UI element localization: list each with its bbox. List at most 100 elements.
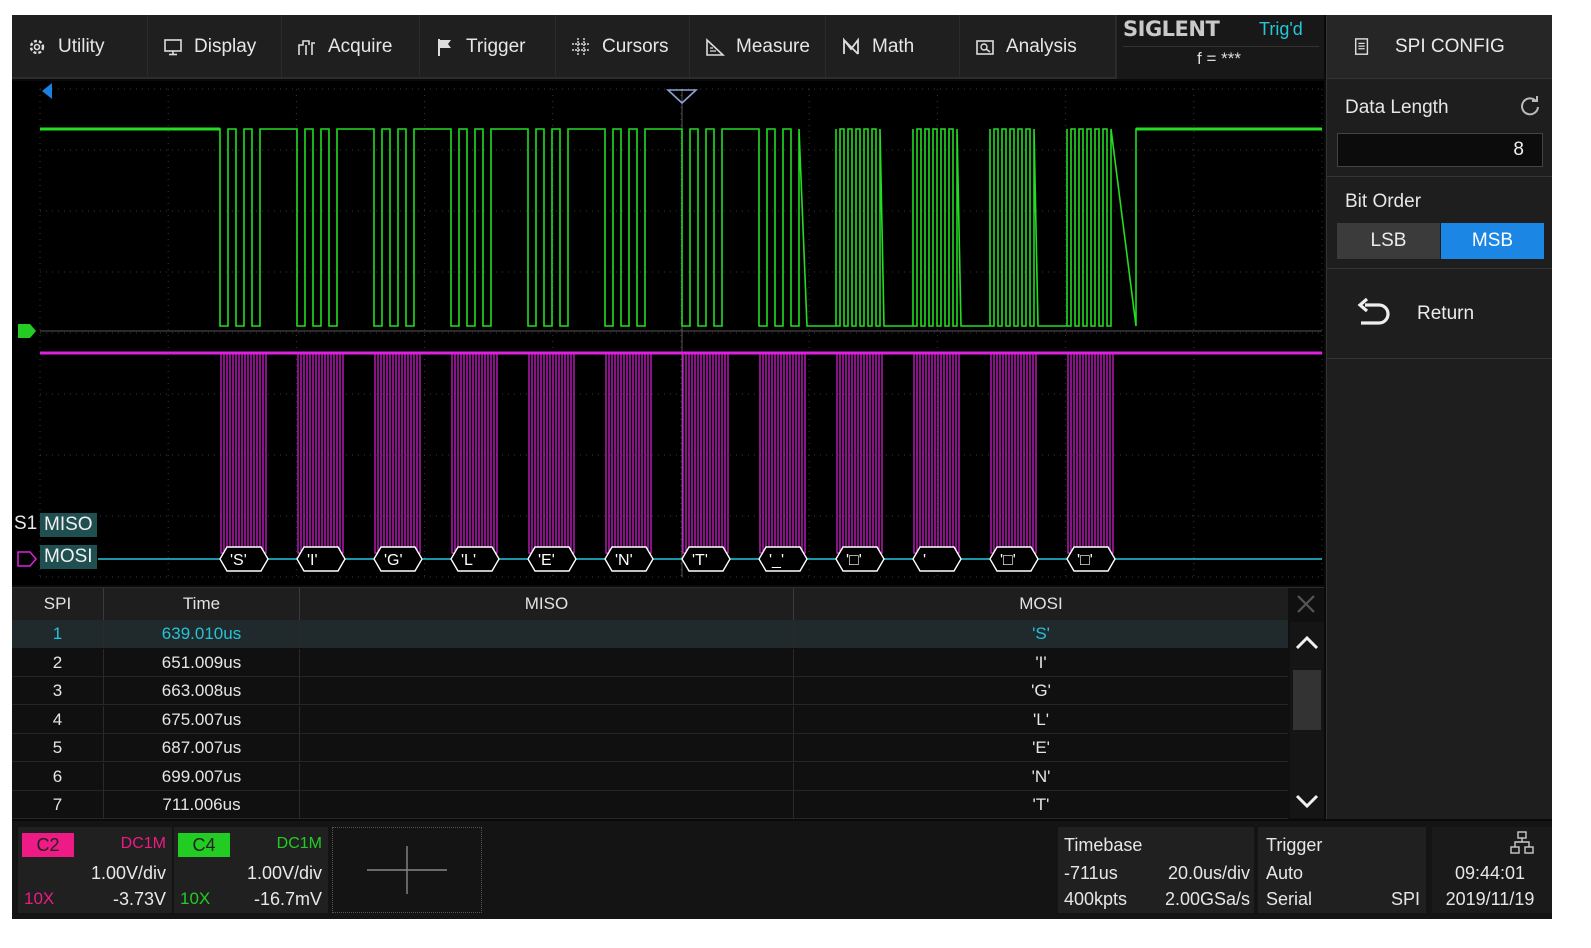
left-offset-marker <box>42 83 52 99</box>
ch2-clock-burst <box>605 353 652 554</box>
bit-order-section: Bit Order LSB MSB <box>1327 179 1552 269</box>
panel-title: SPI CONFIG <box>1327 15 1552 79</box>
menu-math[interactable]: Math <box>826 15 960 79</box>
menu-utility-label: Utility <box>58 36 105 57</box>
timebase-points: 400kpts <box>1064 889 1128 909</box>
waveform-graticule: 'S' 'I' 'G' 'L' 'E' 'N' 'T' '_' '□' ' '□' '□' <box>17 83 1323 578</box>
table-row[interactable]: 4 675.007us 'L' <box>12 705 1288 734</box>
table-row[interactable]: 2 651.009us 'I' <box>12 648 1288 677</box>
c4-offset: -16.7mV <box>253 889 322 909</box>
table-row[interactable]: 5 687.007us 'E' <box>12 734 1288 762</box>
cell-miso <box>300 762 794 791</box>
channel-c4-box[interactable]: C4 DC1M 1.00V/div 10X -16.7mV <box>174 827 328 913</box>
crosshair-icon <box>570 37 592 57</box>
cell-mosi: 'N' <box>1031 766 1051 786</box>
table-row[interactable]: 1 639.010us 'S' <box>12 620 1288 648</box>
data-length-section: Data Length 8 <box>1327 83 1552 177</box>
brand-status-area: SIGLENT Trig'd f = *** <box>1116 15 1324 79</box>
col-spi: SPI <box>12 588 104 620</box>
ch2-clock-burst <box>374 353 421 554</box>
plus-icon <box>367 846 447 894</box>
timebase-delay: -711us <box>1064 863 1118 883</box>
table-row[interactable]: 6 699.007us 'N' <box>12 762 1288 791</box>
decoded-byte-label: '□' <box>1000 552 1016 569</box>
chevron-up-icon[interactable] <box>1294 630 1320 656</box>
cell-spi: 7 <box>12 791 104 819</box>
return-arrow-icon <box>1357 297 1390 325</box>
decoded-byte-label: '□' <box>846 552 862 569</box>
menu-utility[interactable]: Utility <box>12 15 148 79</box>
decoded-byte-label: '_' <box>769 552 784 569</box>
decoded-byte-label: 'I' <box>307 552 318 569</box>
col-time: Time <box>104 588 300 620</box>
cell-miso <box>300 620 794 648</box>
cell-spi: 1 <box>12 620 104 648</box>
cell-spi: 2 <box>12 648 104 677</box>
col-mosi: MOSI <box>1019 594 1063 613</box>
add-channel-button[interactable] <box>332 827 482 913</box>
cell-mosi: 'T' <box>1032 795 1050 814</box>
timebase-box[interactable]: Timebase -711us 20.0us/div 400kpts 2.00G… <box>1058 827 1254 913</box>
menu-analysis-label: Analysis <box>1006 36 1077 57</box>
msb-button[interactable]: MSB <box>1441 223 1544 259</box>
menu-analysis[interactable]: Analysis <box>960 15 1116 79</box>
timebase-rate: 2.00GSa/s <box>1164 889 1250 909</box>
return-button[interactable]: Return <box>1327 271 1552 359</box>
spi-config-panel: SPI CONFIG Data Length 8 Bit Order LSB M… <box>1326 15 1552 819</box>
menu-cursors[interactable]: Cursors <box>556 15 690 79</box>
cell-spi: 6 <box>12 762 104 791</box>
menu-acquire[interactable]: Acquire <box>282 15 420 79</box>
reset-icon[interactable] <box>1519 95 1541 117</box>
cell-time: 711.006us <box>104 791 300 819</box>
ch2-clock-burst <box>913 353 960 554</box>
ch2-clock-burst <box>220 353 267 554</box>
chevron-down-icon[interactable] <box>1294 788 1320 814</box>
table-scrollbar[interactable] <box>1290 622 1324 818</box>
network-icon <box>1510 831 1534 854</box>
decoded-byte-label: 'S' <box>230 552 247 569</box>
brand-divider <box>1123 46 1319 47</box>
menu-display[interactable]: Display <box>148 15 282 79</box>
decoded-byte-bubble <box>296 546 346 572</box>
math-icon <box>840 37 862 57</box>
timebase-tdiv: 20.0us/div <box>1167 863 1250 883</box>
menu-measure[interactable]: Measure <box>690 15 826 79</box>
trigger-source: SPI <box>1390 889 1420 909</box>
menu-math-label: Math <box>872 36 915 57</box>
c4-coupling: DC1M <box>276 835 322 852</box>
clock-area: 09:44:01 2019/11/19 <box>1432 827 1552 913</box>
decoded-byte-label: 'G' <box>384 552 403 569</box>
waveform-display[interactable]: 'S' 'I' 'G' 'L' 'E' 'N' 'T' '_' '□' ' '□' '□' S1 MI… <box>12 81 1324 585</box>
monitor-icon <box>162 37 184 57</box>
bus-s1-label: S1 <box>14 513 38 534</box>
clock-date: 2019/11/19 <box>1445 889 1535 909</box>
trigger-status: Trig'd <box>1259 19 1303 39</box>
decoded-byte-label: '□' <box>1077 552 1093 569</box>
menu-display-label: Display <box>194 36 257 57</box>
ch2-clock-burst <box>990 353 1037 554</box>
menu-trigger[interactable]: Trigger <box>420 15 556 79</box>
cell-miso <box>300 648 794 677</box>
mosi-tag: MOSI <box>40 545 97 569</box>
c4-probe: 10X <box>180 889 211 908</box>
lsb-button[interactable]: LSB <box>1337 223 1440 259</box>
scroll-thumb[interactable] <box>1293 670 1321 730</box>
bit-order-label: Bit Order <box>1345 191 1422 212</box>
c2-coupling: DC1M <box>120 835 166 852</box>
table-row[interactable]: 7 711.006us 'T' <box>12 791 1288 819</box>
c2-probe: 10X <box>24 889 55 908</box>
data-length-input[interactable]: 8 <box>1337 133 1543 167</box>
cell-spi: 5 <box>12 734 104 762</box>
channel-c2-box[interactable]: C2 DC1M 1.00V/div 10X -3.73V <box>18 827 172 913</box>
c2-vdiv: 1.00V/div <box>90 863 166 883</box>
data-length-label: Data Length <box>1345 97 1449 118</box>
trigger-type: Serial <box>1266 889 1313 909</box>
close-icon[interactable] <box>1292 590 1320 618</box>
table-row[interactable]: 3 663.008us 'G' <box>12 677 1288 705</box>
c2-tag: C2 <box>22 833 74 857</box>
ch2-clock-burst <box>451 353 498 554</box>
ch2-clock-burst <box>297 353 344 554</box>
trigger-box[interactable]: Trigger Auto Serial SPI <box>1258 827 1426 913</box>
cell-time: 639.010us <box>104 620 300 648</box>
analysis-icon <box>974 37 996 57</box>
